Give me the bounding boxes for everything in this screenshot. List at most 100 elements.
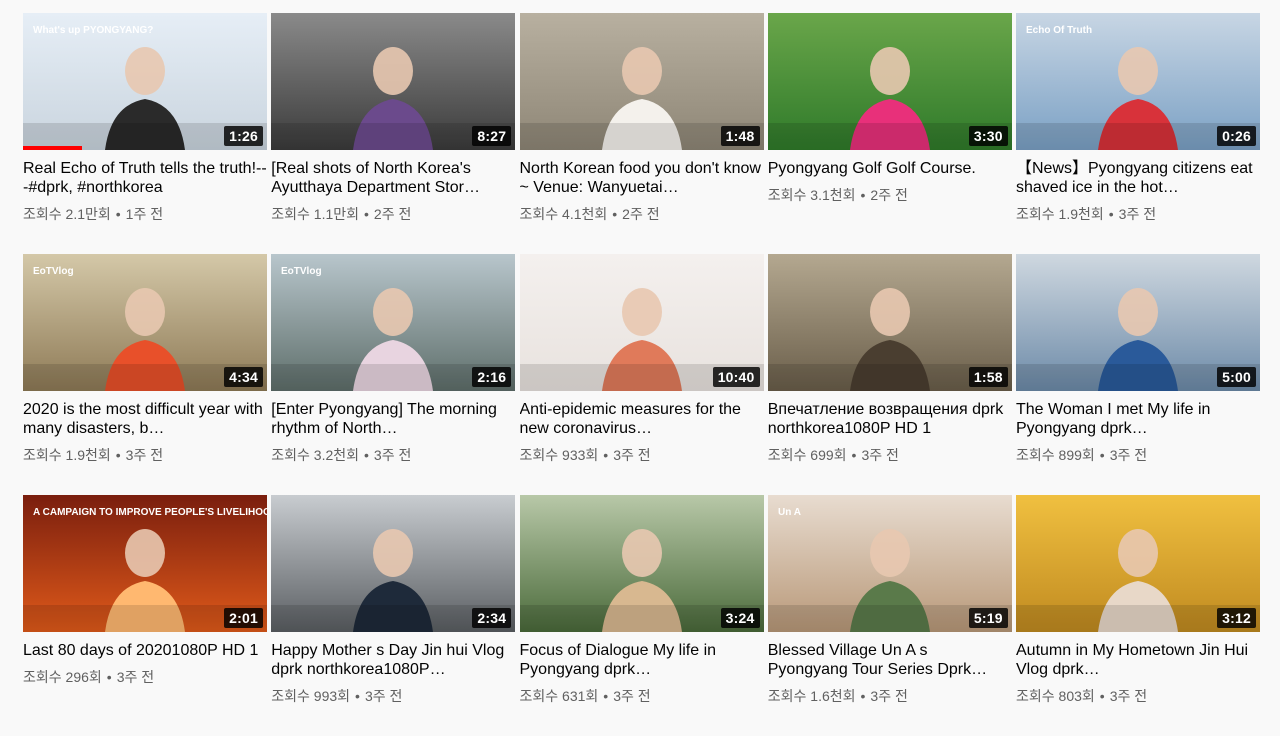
video-metadata: 조회수 699회 • 3주 전 [768, 446, 1012, 464]
view-count: 조회수 1.1만회 [271, 206, 360, 222]
video-metadata: 조회수 3.2천회 • 3주 전 [271, 446, 515, 464]
video-metadata: 조회수 1.6천회 • 3주 전 [768, 687, 1012, 705]
separator-dot: • [603, 447, 609, 463]
video-thumbnail[interactable]: 3:12 [1016, 495, 1260, 632]
duration-badge: 3:24 [720, 608, 760, 628]
thumbnail-subject [373, 529, 414, 577]
video-title[interactable]: Happy Mother s Day Jin hui Vlog dprk nor… [271, 641, 515, 679]
video-card-12[interactable]: 2:34 Happy Mother s Day Jin hui Vlog dpr… [271, 495, 516, 736]
video-title[interactable]: Впечатление возвращения dprk northkorea1… [768, 400, 1012, 438]
upload-age: 3주 전 [613, 447, 651, 463]
video-card-15[interactable]: 3:12 Autumn in My Hometown Jin Hui Vlog … [1016, 495, 1260, 736]
video-thumbnail[interactable]: 10:40 [519, 254, 764, 391]
view-count: 조회수 2.1만회 [23, 206, 111, 222]
separator-dot: • [860, 688, 866, 704]
video-thumbnail[interactable]: A CAMPAIGN TO IMPROVE PEOPLE'S LIVELIHOO… [23, 495, 267, 632]
video-title[interactable]: 【News】Pyongyang citizens eat shaved ice … [1016, 159, 1260, 197]
duration-badge: 2:16 [472, 367, 512, 387]
video-thumbnail[interactable]: Echo Of Truth 0:26 [1016, 13, 1260, 150]
duration-badge: 8:27 [472, 126, 512, 146]
view-count: 조회수 296회 [23, 669, 102, 685]
video-title[interactable]: Focus of Dialogue My life in Pyongyang d… [520, 641, 764, 679]
video-title[interactable]: Anti-epidemic measures for the new coron… [520, 400, 764, 438]
separator-dot: • [1099, 688, 1105, 704]
separator-dot: • [106, 669, 112, 685]
video-thumbnail[interactable]: 1:48 [519, 13, 764, 150]
video-card-1[interactable]: What's up PYONGYANG? 1:26 Real Echo of T… [23, 13, 267, 254]
video-card-8[interactable]: 10:40 Anti-epidemic measures for the new… [519, 254, 764, 495]
video-metadata: 조회수 3.1천회 • 2주 전 [768, 186, 1012, 204]
duration-badge: 4:34 [224, 367, 263, 387]
video-thumbnail[interactable]: 3:24 [519, 495, 764, 632]
video-card-4[interactable]: 3:30 Pyongyang Golf Golf Course. 조회수 3.1… [767, 13, 1012, 254]
duration-badge: 1:48 [720, 126, 760, 146]
video-thumbnail[interactable]: What's up PYONGYANG? 1:26 [23, 13, 267, 150]
duration-badge: 1:58 [968, 367, 1008, 387]
thumbnail-overlay-text: EoTVlog [33, 266, 74, 277]
video-metadata: 조회수 1.1만회 • 2주 전 [271, 205, 515, 223]
video-metadata: 조회수 1.9천회 • 3주 전 [23, 446, 267, 464]
video-metadata: 조회수 993회 • 3주 전 [271, 687, 515, 705]
video-title[interactable]: [Real shots of North Korea's Ayutthaya D… [271, 159, 515, 197]
duration-badge: 2:01 [224, 608, 263, 628]
video-title[interactable]: 2020 is the most difficult year with man… [23, 400, 267, 438]
video-title[interactable]: Pyongyang Golf Golf Course. [768, 159, 1012, 178]
video-thumbnail[interactable]: 8:27 [271, 13, 516, 150]
duration-badge: 5:19 [968, 608, 1008, 628]
video-thumbnail[interactable]: EoTVlog 2:16 [271, 254, 516, 391]
separator-dot: • [115, 206, 121, 222]
thumbnail-subject [869, 288, 910, 336]
separator-dot: • [1099, 447, 1105, 463]
upload-age: 2주 전 [373, 206, 412, 222]
video-card-7[interactable]: EoTVlog 2:16 [Enter Pyongyang] The morni… [271, 254, 516, 495]
separator-dot: • [860, 187, 866, 203]
video-title[interactable]: North Korean food you don't know ~ Venue… [520, 159, 764, 197]
duration-badge: 2:34 [472, 608, 512, 628]
thumbnail-overlay-text: Echo Of Truth [1026, 25, 1092, 36]
video-title[interactable]: Real Echo of Truth tells the truth!---#d… [23, 159, 267, 197]
video-title[interactable]: Blessed Village Un A s Pyongyang Tour Se… [768, 641, 1012, 679]
video-card-6[interactable]: EoTVlog 4:34 2020 is the most difficult … [23, 254, 267, 495]
video-card-3[interactable]: 1:48 North Korean food you don't know ~ … [519, 13, 764, 254]
separator-dot: • [1108, 206, 1114, 222]
video-metadata: 조회수 899회 • 3주 전 [1016, 446, 1260, 464]
video-thumbnail[interactable]: 5:00 [1016, 254, 1260, 391]
video-card-13[interactable]: 3:24 Focus of Dialogue My life in Pyongy… [519, 495, 764, 736]
video-thumbnail[interactable]: EoTVlog 4:34 [23, 254, 267, 391]
video-card-9[interactable]: 1:58 Впечатление возвращения dprk northk… [767, 254, 1012, 495]
view-count: 조회수 899회 [1016, 447, 1095, 463]
duration-badge: 3:30 [968, 126, 1008, 146]
thumbnail-subject [125, 529, 165, 577]
video-title[interactable]: Last 80 days of 20201080P HD 1 [23, 641, 267, 660]
duration-badge: 1:26 [224, 126, 263, 146]
view-count: 조회수 631회 [519, 688, 599, 704]
upload-age: 3주 전 [1118, 206, 1157, 222]
video-card-10[interactable]: 5:00 The Woman I met My life in Pyongyan… [1016, 254, 1260, 495]
video-title[interactable]: [Enter Pyongyang] The morning rhythm of … [271, 400, 515, 438]
video-metadata: 조회수 4.1천회 • 2주 전 [520, 205, 764, 223]
video-thumbnail[interactable]: 2:34 [271, 495, 516, 632]
video-metadata: 조회수 2.1만회 • 1주 전 [23, 205, 267, 223]
thumbnail-subject [621, 288, 662, 336]
upload-age: 3주 전 [1109, 447, 1148, 463]
video-thumbnail[interactable]: 1:58 [767, 254, 1012, 391]
view-count: 조회수 4.1천회 [519, 206, 608, 222]
video-card-5[interactable]: Echo Of Truth 0:26 【News】Pyongyang citiz… [1016, 13, 1260, 254]
video-card-2[interactable]: 8:27 [Real shots of North Korea's Ayutth… [271, 13, 516, 254]
separator-dot: • [355, 688, 360, 704]
video-thumbnail[interactable]: Un A 5:19 [767, 495, 1012, 632]
upload-age: 2주 전 [870, 187, 908, 203]
duration-badge: 10:40 [712, 367, 760, 387]
thumbnail-subject [1118, 47, 1158, 95]
separator-dot: • [115, 447, 121, 463]
upload-age: 3주 전 [373, 447, 412, 463]
video-title[interactable]: The Woman I met My life in Pyongyang dpr… [1016, 400, 1260, 438]
video-thumbnail[interactable]: 3:30 [767, 13, 1012, 150]
video-card-11[interactable]: A CAMPAIGN TO IMPROVE PEOPLE'S LIVELIHOO… [23, 495, 267, 736]
thumbnail-subject [869, 529, 910, 577]
video-title[interactable]: Autumn in My Hometown Jin Hui Vlog dprk… [1016, 641, 1260, 679]
video-metadata: 조회수 296회 • 3주 전 [23, 668, 267, 686]
separator-dot: • [612, 206, 618, 222]
video-card-14[interactable]: Un A 5:19 Blessed Village Un A s Pyongya… [767, 495, 1012, 736]
thumbnail-subject [621, 47, 662, 95]
